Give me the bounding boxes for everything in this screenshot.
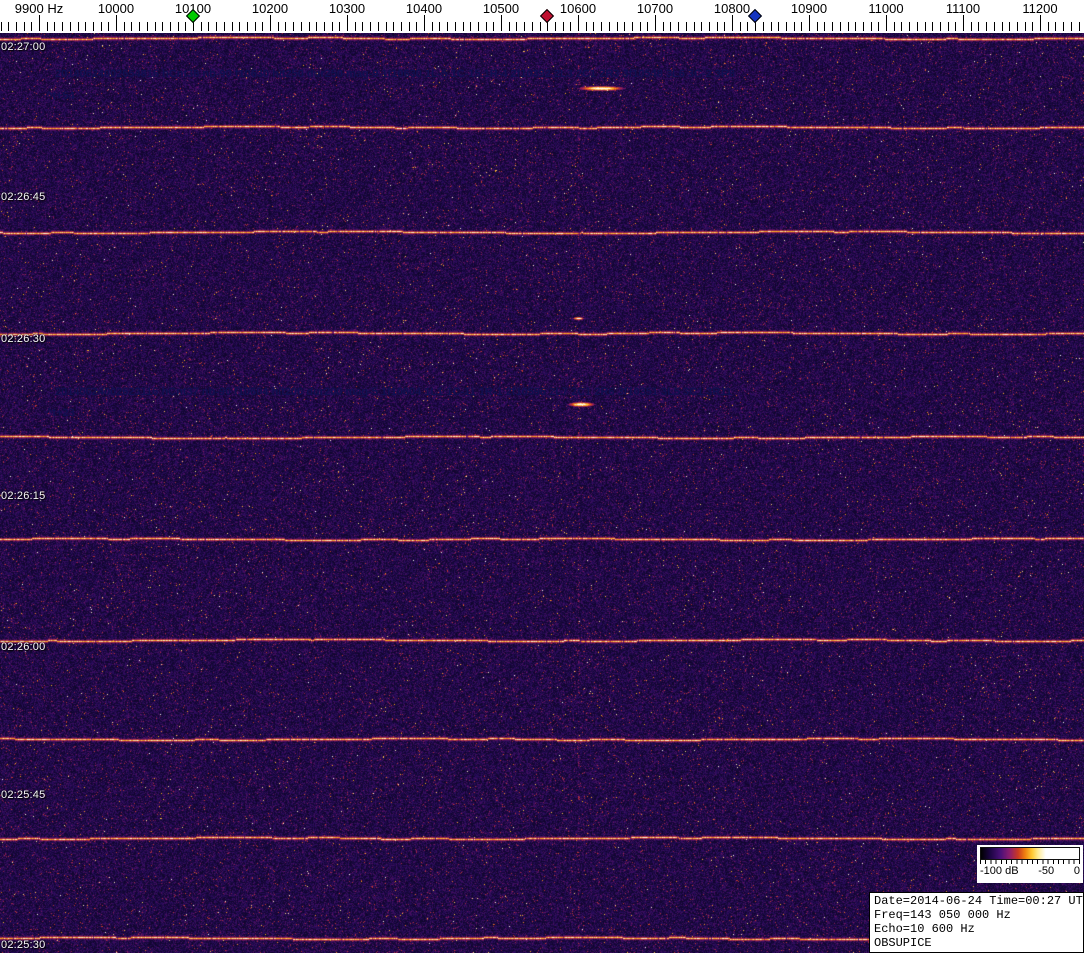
info-station: OBSUPICE [874, 936, 932, 950]
frequency-ruler-labels: 9900 Hz100001010010200103001040010500106… [0, 0, 1084, 16]
meteor-spectrogram-app: 9900 Hz100001010010200103001040010500106… [0, 0, 1084, 953]
legend-label-max: 0 [1073, 865, 1080, 877]
intensity-legend: -100 dB -50 0 [977, 845, 1083, 883]
spectrogram-canvas[interactable] [0, 33, 1084, 953]
legend-label-min: -100 dB [980, 865, 1019, 877]
legend-labels: -100 dB -50 0 [980, 865, 1080, 877]
legend-label-mid: -50 [1038, 865, 1055, 877]
frequency-ruler: 9900 Hz100001010010200103001040010500106… [0, 0, 1084, 33]
intensity-gradient-bar [980, 847, 1080, 860]
info-date-time: Date=2014-06-24 Time=00:27 UTC [874, 894, 1084, 908]
info-frequency: Freq=143 050 000 Hz [874, 908, 1011, 922]
info-echo: Echo=10 600 Hz [874, 922, 975, 936]
observation-info-box: Date=2014-06-24 Time=00:27 UTC Freq=143 … [869, 892, 1084, 953]
legend-scale-ticks [980, 860, 1080, 864]
